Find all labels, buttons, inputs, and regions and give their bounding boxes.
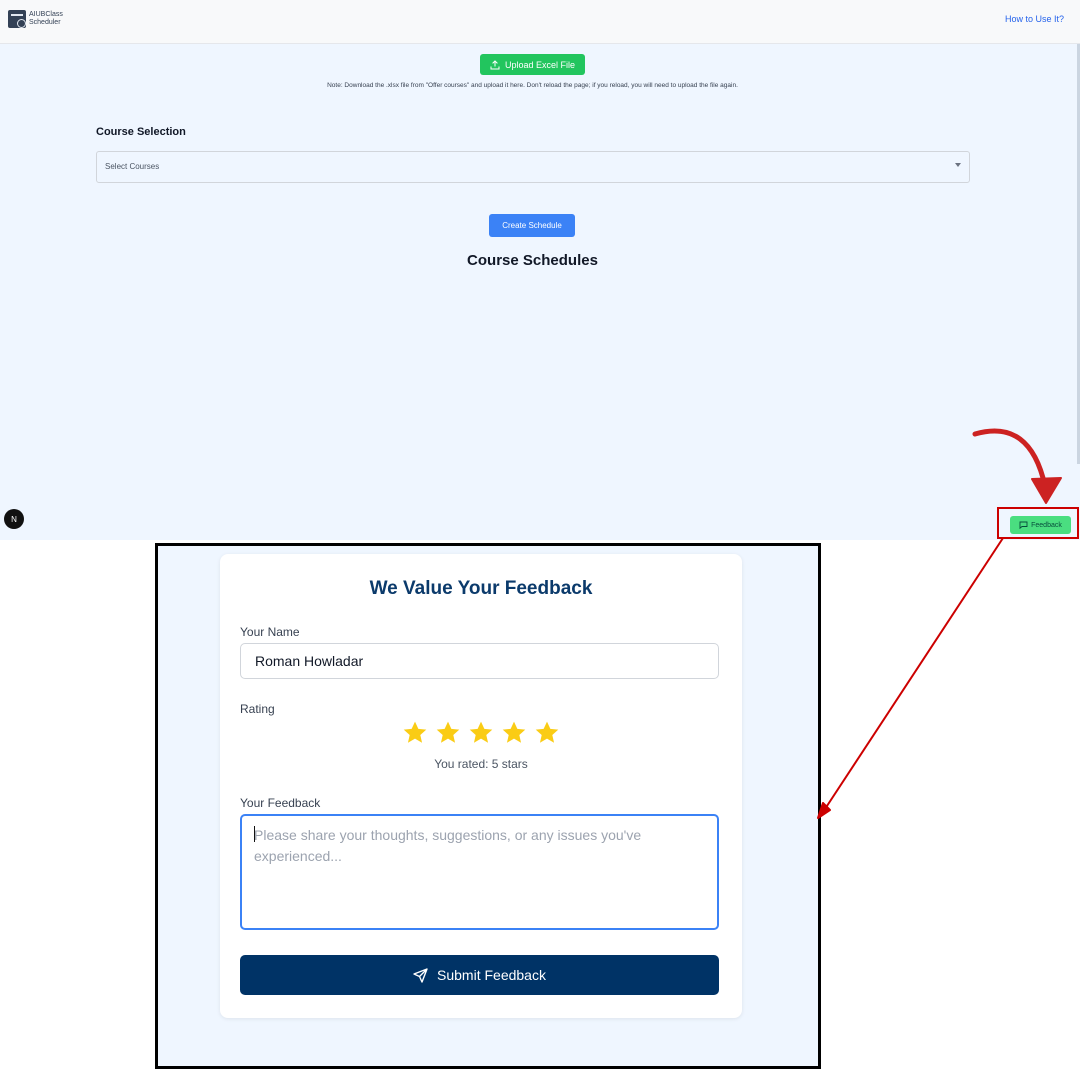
chevron-down-icon: [955, 163, 961, 167]
course-select-placeholder: Select Courses: [105, 162, 160, 171]
app-screenshot: AIUBClass Scheduler How to Use It? Uploa…: [0, 0, 1080, 540]
logo-text: AIUBClass Scheduler: [29, 11, 63, 27]
name-label: Your Name: [240, 625, 300, 639]
create-schedule-button[interactable]: Create Schedule: [489, 214, 575, 237]
feedback-title: We Value Your Feedback: [369, 578, 593, 599]
feedback-highlight-box: [997, 507, 1079, 539]
upload-button-label: Upload Excel File: [504, 59, 576, 70]
how-to-use-link[interactable]: How to Use It?: [1005, 14, 1064, 24]
rating-label: Rating: [240, 702, 275, 716]
star-icon[interactable]: [534, 720, 560, 746]
logo-line-2: Scheduler: [29, 19, 61, 26]
rating-text: You rated: 5 stars: [434, 757, 528, 771]
feedback-label: Your Feedback: [240, 796, 321, 810]
straight-arrow: [822, 537, 1004, 813]
submit-feedback-button[interactable]: Submit Feedback: [240, 955, 719, 995]
feedback-textarea[interactable]: Please share your thoughts, suggestions,…: [240, 814, 719, 930]
star-icon[interactable]: [501, 720, 527, 746]
star-rating[interactable]: [220, 720, 742, 746]
logo-line-1: AIUBClass: [29, 11, 63, 18]
calendar-icon: [8, 10, 26, 28]
zoomed-feedback-frame: We Value Your Feedback Your Name Roman H…: [155, 543, 821, 1069]
course-selection-title: Course Selection: [96, 126, 186, 138]
name-input[interactable]: Roman Howladar: [240, 643, 719, 679]
star-icon[interactable]: [468, 720, 494, 746]
send-icon: [413, 967, 428, 983]
top-navbar: AIUBClass Scheduler How to Use It?: [0, 0, 1080, 44]
feedback-card: We Value Your Feedback Your Name Roman H…: [220, 554, 742, 1018]
submit-button-label: Submit Feedback: [437, 967, 546, 983]
course-schedules-title: Course Schedules: [467, 252, 598, 269]
star-icon[interactable]: [435, 720, 461, 746]
upload-excel-button[interactable]: Upload Excel File: [480, 54, 585, 75]
upload-icon: [490, 59, 500, 69]
upload-note: Note: Download the .xlsx file from "Offe…: [327, 82, 738, 89]
star-icon[interactable]: [402, 720, 428, 746]
next-badge[interactable]: N: [4, 509, 24, 529]
app-logo[interactable]: AIUBClass Scheduler: [8, 10, 63, 28]
course-select-dropdown[interactable]: Select Courses: [96, 151, 970, 183]
